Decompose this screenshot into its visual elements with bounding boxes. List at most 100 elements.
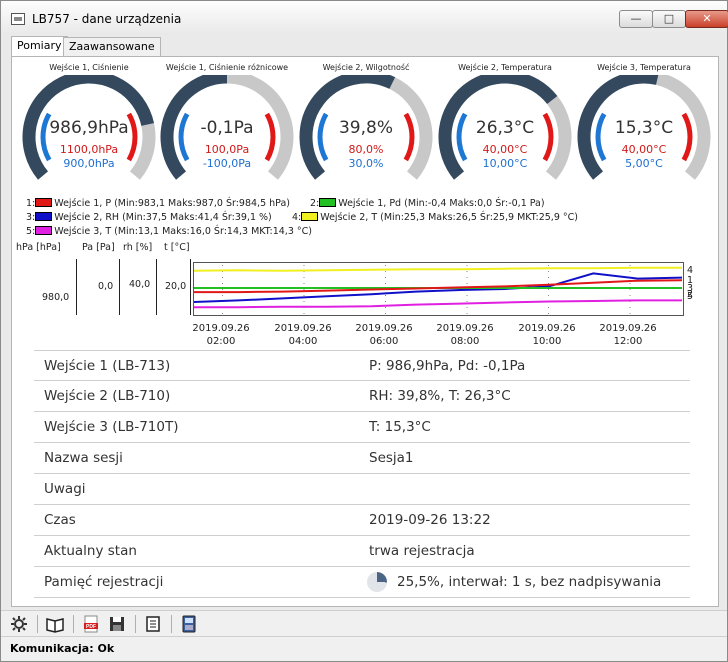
gauge-label: Wejście 2, Wilgotność — [322, 63, 410, 72]
gauge-min: 900,0hPa — [63, 157, 115, 170]
settings-button[interactable] — [9, 615, 29, 633]
close-icon: ✕ — [702, 12, 712, 25]
grid-dot — [303, 277, 305, 278]
grid-dot — [466, 301, 468, 302]
grid-dot — [548, 289, 549, 290]
gauge-value: 39,8% — [338, 118, 393, 138]
trend-chart[interactable] — [193, 262, 684, 316]
legend-item-3: 3: Wejście 2, RH (Min:37,5 Maks:41,4 Śr:3… — [26, 212, 272, 223]
grid-dot — [466, 283, 468, 284]
grid-dot — [548, 277, 549, 278]
tab-pomiary[interactable]: Pomiary — [11, 36, 68, 57]
grid-dot — [222, 289, 223, 290]
axis-tick-t: 20,0 — [165, 281, 187, 292]
grid-dot — [303, 289, 305, 290]
titlebar[interactable]: LB757 - dane urządzenia — □ ✕ — [1, 1, 728, 35]
axis-unit-pa: Pa [Pa] — [82, 242, 115, 253]
minimize-button[interactable]: — — [619, 10, 653, 28]
save-button[interactable] — [107, 615, 127, 633]
bottom-toolbar: PDF — [1, 610, 727, 636]
legend-item-2: 2: Wejście 1, Pd (Min:-0,4 Maks:0,0 Śr:-0… — [310, 198, 545, 209]
grid-dot — [466, 307, 468, 308]
axis-tick-rh: 40,0 — [129, 279, 151, 290]
x-label-4: 2019.09.26 08:00 — [436, 323, 494, 347]
series-end-label-5: 5 — [687, 291, 694, 302]
toolbar-separator — [73, 615, 74, 633]
info-row-memory: Pamięć rejestracji 25,5%, interwał: 1 s,… — [34, 567, 690, 598]
gauge-2: Wejście 1, Ciśnienie różnicowe -0,1Pa 100,… — [158, 61, 296, 191]
gauge-min: -100,0Pa — [202, 157, 252, 170]
axis-line-rh — [156, 259, 157, 315]
grid-dot — [629, 307, 631, 308]
grid-dot — [385, 283, 386, 284]
x-label-1: 2019.09.26 02:00 — [192, 323, 250, 347]
axis-unit-hpa: hPa [hPa] — [16, 242, 61, 253]
grid-dot — [548, 271, 549, 272]
measurements-panel: Wejście 1, Ciśnienie 986,9hPa 1100,0hPa 900… — [11, 56, 719, 607]
legend-item-5: 5: Wejście 3, T (Min:13,1 Maks:16,0 Śr:14… — [26, 226, 312, 237]
memory-usage-pie — [367, 572, 387, 592]
grid-dot — [222, 277, 223, 278]
grid-dot — [629, 271, 631, 272]
gauge-value: 15,3°C — [614, 118, 674, 138]
x-label-3: 2019.09.26 06:00 — [355, 323, 413, 347]
grid-dot — [548, 265, 549, 266]
gauge-4: Wejście 2, Temperatura 26,3°C 40,00°C 10,00… — [436, 61, 574, 191]
device-icon — [182, 615, 196, 633]
gauge-label: Wejście 2, Temperatura — [458, 63, 552, 72]
x-label-5: 2019.09.26 10:00 — [518, 323, 576, 347]
gauge-value: -0,1Pa — [200, 118, 254, 138]
x-label-6: 2019.09.26 12:00 — [599, 323, 657, 347]
grid-dot — [385, 313, 386, 314]
grid-dot — [466, 271, 468, 272]
device-button[interactable] — [179, 615, 199, 633]
legend-swatch-1 — [35, 198, 53, 207]
gauge-value: 26,3°C — [475, 118, 535, 138]
gauge-max: 100,0Pa — [204, 143, 250, 156]
pdf-button[interactable]: PDF — [81, 615, 101, 633]
legend-item-1: 1: Wejście 1, P (Min:983,1 Maks:987,0 Śr:… — [26, 198, 290, 209]
axis-line-hpa — [76, 259, 77, 315]
legend-swatch-5 — [35, 226, 53, 235]
legend-swatch-4 — [301, 212, 319, 221]
info-row-time: Czas 2019-09-26 13:22 — [34, 505, 690, 536]
series-line-4 — [193, 266, 682, 272]
gauge-min: 30,0% — [348, 157, 384, 170]
grid-dot — [303, 295, 305, 296]
grid-dot — [466, 265, 468, 266]
book-icon — [46, 618, 64, 633]
axis-line-t — [190, 259, 191, 315]
grid-dot — [222, 283, 223, 284]
tab-zaawansowane[interactable]: Zaawansowane — [63, 37, 161, 57]
legend-swatch-2 — [319, 198, 337, 207]
gauge-max: 80,0% — [348, 143, 384, 156]
grid-dot — [303, 283, 305, 284]
legend-item-4: 4: Wejście 2, T (Min:25,3 Maks:26,5 Śr:25… — [292, 212, 578, 223]
book-button[interactable] — [45, 615, 65, 633]
gauge-value: 986,9hPa — [49, 118, 129, 138]
window-title: LB757 - dane urządzenia — [32, 12, 182, 26]
gauge-1: Wejście 1, Ciśnienie 986,9hPa 1100,0hPa 900… — [20, 61, 158, 191]
gauge-label: Wejście 1, Ciśnienie różnicowe — [165, 63, 289, 72]
document-button[interactable] — [143, 615, 163, 633]
close-button[interactable]: ✕ — [685, 10, 728, 28]
grid-dot — [629, 289, 631, 290]
maximize-button[interactable]: □ — [652, 10, 686, 28]
gauge-label: Wejście 3, Temperatura — [597, 63, 691, 72]
axis-tick-hpa: 980,0 — [42, 292, 70, 303]
grid-dot — [385, 301, 386, 302]
grid-dot — [385, 295, 386, 296]
grid-dot — [303, 265, 305, 266]
series-line-5 — [194, 299, 682, 309]
grid-dot — [629, 313, 631, 314]
info-row-input-2: Wejście 2 (LB-710) RH: 39,8%, T: 26,3°C — [34, 381, 690, 412]
settings-icon — [11, 616, 27, 632]
grid-dot — [629, 265, 631, 266]
gauge-3: Wejście 2, Wilgotność 39,8% 80,0% 30,0% — [297, 61, 435, 191]
grid-dot — [629, 283, 631, 284]
grid-dot — [222, 313, 223, 314]
document-icon — [146, 616, 160, 632]
grid-dot — [466, 313, 468, 314]
gauge-5: Wejście 3, Temperatura 15,3°C 40,00°C 5,00°… — [575, 61, 713, 191]
grid-dot — [385, 271, 386, 272]
